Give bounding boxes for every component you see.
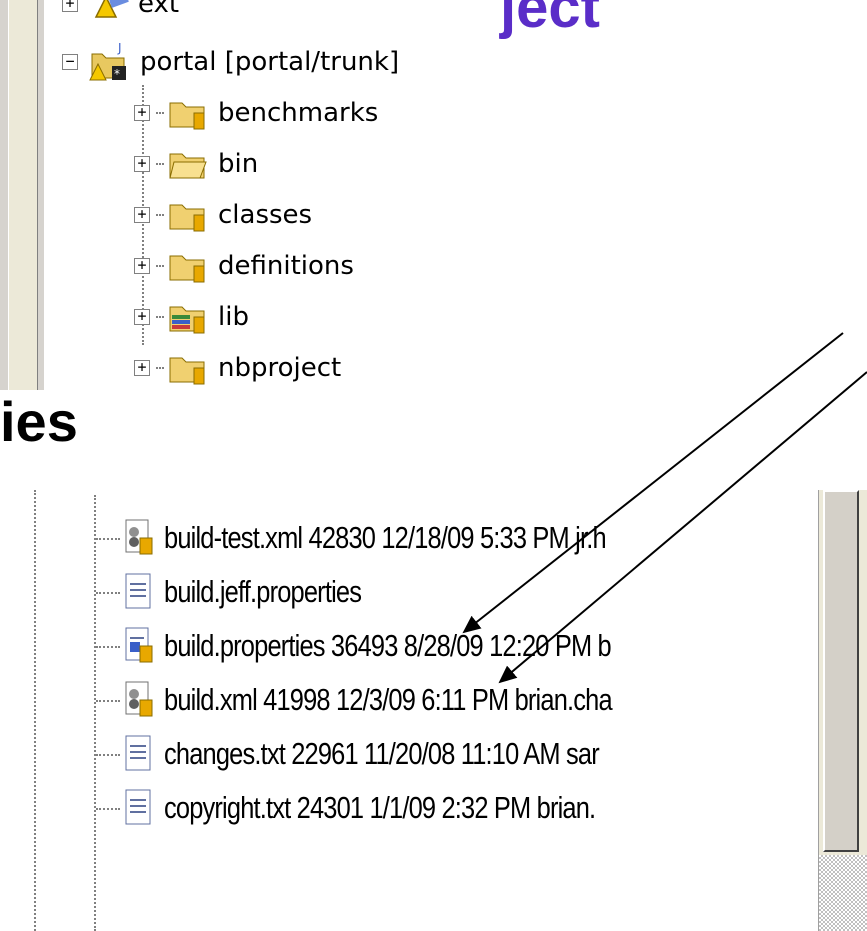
file-label: changes.txt 22961 11/20/08 11:10 AM sar <box>164 736 600 771</box>
folder-label: benchmarks <box>218 98 379 128</box>
text-file-icon <box>125 789 151 825</box>
tree-connector <box>156 316 164 318</box>
file-label: build.properties 36493 8/28/09 12:20 PM … <box>164 628 612 663</box>
tree-item-lib[interactable]: + lib <box>134 295 249 339</box>
left-scrollbar[interactable] <box>0 0 44 390</box>
folder-label: nbproject <box>218 353 342 383</box>
tree-item-label: ext <box>138 0 180 19</box>
tree-item-definitions[interactable]: + definitions <box>134 244 354 288</box>
properties-file-icon <box>125 627 153 663</box>
slide-side-text: ies <box>0 390 78 453</box>
svg-text:J: J <box>117 42 122 55</box>
library-folder-icon <box>169 306 205 334</box>
java-project-icon: J * <box>89 42 126 81</box>
warning-project-icon <box>94 0 129 18</box>
file-tree-connector <box>94 495 96 931</box>
file-label: build.xml 41998 12/3/09 6:11 PM brian.ch… <box>164 682 613 717</box>
file-row[interactable]: build.xml 41998 12/3/09 6:11 PM brian.ch… <box>120 676 710 724</box>
folder-icon <box>169 153 207 179</box>
file-label: build-test.xml 42830 12/18/09 5:33 PM jr… <box>164 520 607 555</box>
tree-connector <box>156 214 164 216</box>
folder-label: bin <box>218 149 259 179</box>
file-connector <box>96 754 120 756</box>
tree-item-nbproject[interactable]: + nbproject <box>134 346 341 390</box>
panel-border <box>34 490 36 931</box>
expand-toggle[interactable]: + <box>134 207 150 223</box>
project-label: portal [portal/trunk] <box>140 47 400 77</box>
xml-file-icon <box>125 519 153 555</box>
expand-toggle[interactable]: + <box>134 156 150 172</box>
collapse-toggle[interactable]: − <box>62 54 78 70</box>
expand-toggle[interactable]: + <box>134 258 150 274</box>
package-folder-icon <box>169 102 205 130</box>
tree-item-benchmarks[interactable]: + benchmarks <box>134 91 378 135</box>
expand-toggle[interactable]: + <box>134 105 150 121</box>
svg-text:*: * <box>114 67 120 81</box>
file-connector <box>96 808 120 810</box>
tree-connector <box>156 367 164 369</box>
file-connector <box>96 592 120 594</box>
tree-connector <box>156 163 164 165</box>
folder-label: definitions <box>218 251 354 281</box>
file-row[interactable]: changes.txt 22961 11/20/08 11:10 AM sar <box>120 730 694 778</box>
slide-title-fragment: ject <box>500 0 600 40</box>
tree-connector <box>156 112 164 114</box>
tree-item-portal-project[interactable]: − J * portal [portal/trunk] <box>62 40 399 84</box>
tree-item-classes[interactable]: + classes <box>134 193 312 237</box>
package-folder-icon <box>169 357 205 385</box>
tree-item-ext[interactable]: + ext <box>62 0 179 26</box>
folder-label: lib <box>218 302 249 332</box>
text-file-icon <box>125 573 151 609</box>
right-scrollbar[interactable] <box>818 490 867 931</box>
file-label: copyright.txt 24301 1/1/09 2:32 PM brian… <box>164 790 596 825</box>
collapse-toggle[interactable]: + <box>62 0 78 12</box>
xml-file-icon <box>125 681 153 717</box>
scrollbar-thumb[interactable] <box>823 490 859 852</box>
tree-connector <box>156 265 164 267</box>
file-connector <box>96 700 120 702</box>
package-folder-icon <box>169 255 205 283</box>
file-row[interactable]: build.properties 36493 8/28/09 12:20 PM … <box>120 622 709 670</box>
file-row[interactable]: build.jeff.properties <box>120 568 404 616</box>
file-row[interactable]: copyright.txt 24301 1/1/09 2:32 PM brian… <box>120 784 690 832</box>
package-folder-icon <box>169 204 205 232</box>
folder-label: classes <box>218 200 313 230</box>
file-row[interactable]: build-test.xml 42830 12/18/09 5:33 PM jr… <box>120 514 703 562</box>
scrollbar-track[interactable] <box>819 855 867 931</box>
project-explorer-panel: + ext − J * portal [portal/trunk] + bench… <box>0 0 867 390</box>
expand-toggle[interactable]: + <box>134 309 150 325</box>
file-connector <box>96 538 120 540</box>
text-file-icon <box>125 735 151 771</box>
file-connector <box>96 646 120 648</box>
file-label: build.jeff.properties <box>164 574 362 609</box>
expand-toggle[interactable]: + <box>134 360 150 376</box>
tree-item-bin[interactable]: + bin <box>134 142 258 186</box>
